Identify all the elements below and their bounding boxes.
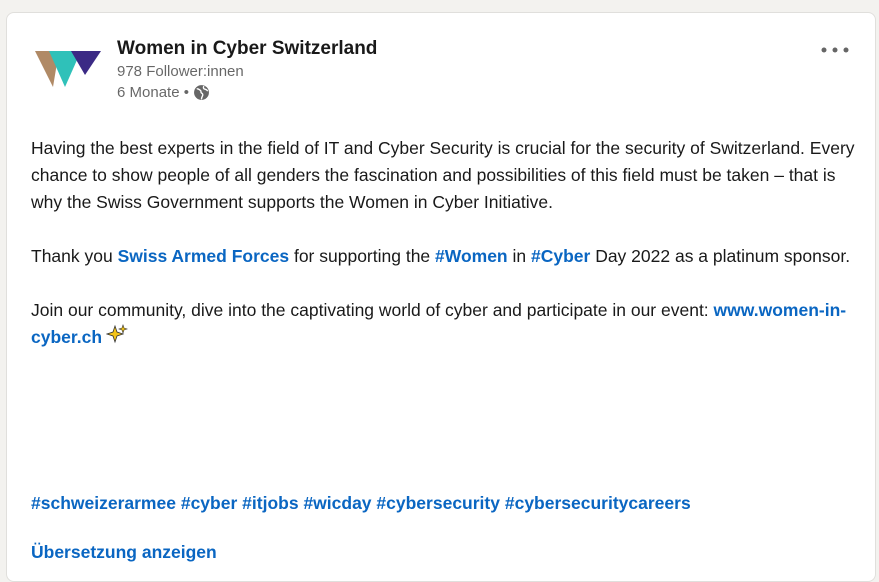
paragraph-2-text-4: Day 2022 as a platinum sponsor. xyxy=(590,246,851,266)
author-name[interactable]: Women in Cyber Switzerland xyxy=(117,37,377,61)
post-header: Women in Cyber Switzerland 978 Follower:… xyxy=(33,35,377,105)
post-paragraph-2: Thank you Swiss Armed Forces for support… xyxy=(31,243,861,270)
hashtag-cybersecurity[interactable]: #cybersecurity xyxy=(376,493,500,513)
more-options-button[interactable] xyxy=(817,35,853,65)
paragraph-3-text: Join our community, dive into the captiv… xyxy=(31,300,714,320)
more-horizontal-icon xyxy=(821,47,849,53)
post-age-text: 6 Monate • xyxy=(117,84,189,101)
hashtag-women[interactable]: #Women xyxy=(435,246,508,266)
post-paragraph-1: Having the best experts in the field of … xyxy=(31,138,855,212)
follower-count: 978 Follower:innen xyxy=(117,63,244,80)
hashtag-wicday[interactable]: #wicday xyxy=(303,493,371,513)
hashtag-cyber[interactable]: #cyber xyxy=(181,493,237,513)
post-body: Having the best experts in the field of … xyxy=(31,135,861,352)
hashtag-cyber-inline[interactable]: #Cyber xyxy=(531,246,590,266)
paragraph-2-text-3: in xyxy=(507,246,531,266)
post-paragraph-3: Join our community, dive into the captiv… xyxy=(31,297,861,352)
post-card: Women in Cyber Switzerland 978 Follower:… xyxy=(6,12,876,582)
post-meta: Women in Cyber Switzerland 978 Follower:… xyxy=(117,35,377,105)
show-translation-button[interactable]: Übersetzung anzeigen xyxy=(31,539,217,566)
paragraph-2-text-1: Thank you xyxy=(31,246,118,266)
women-in-cyber-logo-icon xyxy=(35,51,101,87)
hashtag-schweizerarmee[interactable]: #schweizerarmee xyxy=(31,493,176,513)
paragraph-2-text-2: for supporting the xyxy=(289,246,436,266)
hashtag-cybersecuritycareers[interactable]: #cybersecuritycareers xyxy=(505,493,691,513)
post-age: 6 Monate • xyxy=(117,82,377,103)
hashtag-list: #schweizerarmee #cyber #itjobs #wicday #… xyxy=(31,490,691,517)
company-logo[interactable] xyxy=(33,35,103,105)
mention-swiss-armed-forces[interactable]: Swiss Armed Forces xyxy=(118,246,290,266)
globe-icon xyxy=(193,84,210,101)
sparkles-icon xyxy=(105,324,128,352)
hashtag-itjobs[interactable]: #itjobs xyxy=(242,493,298,513)
